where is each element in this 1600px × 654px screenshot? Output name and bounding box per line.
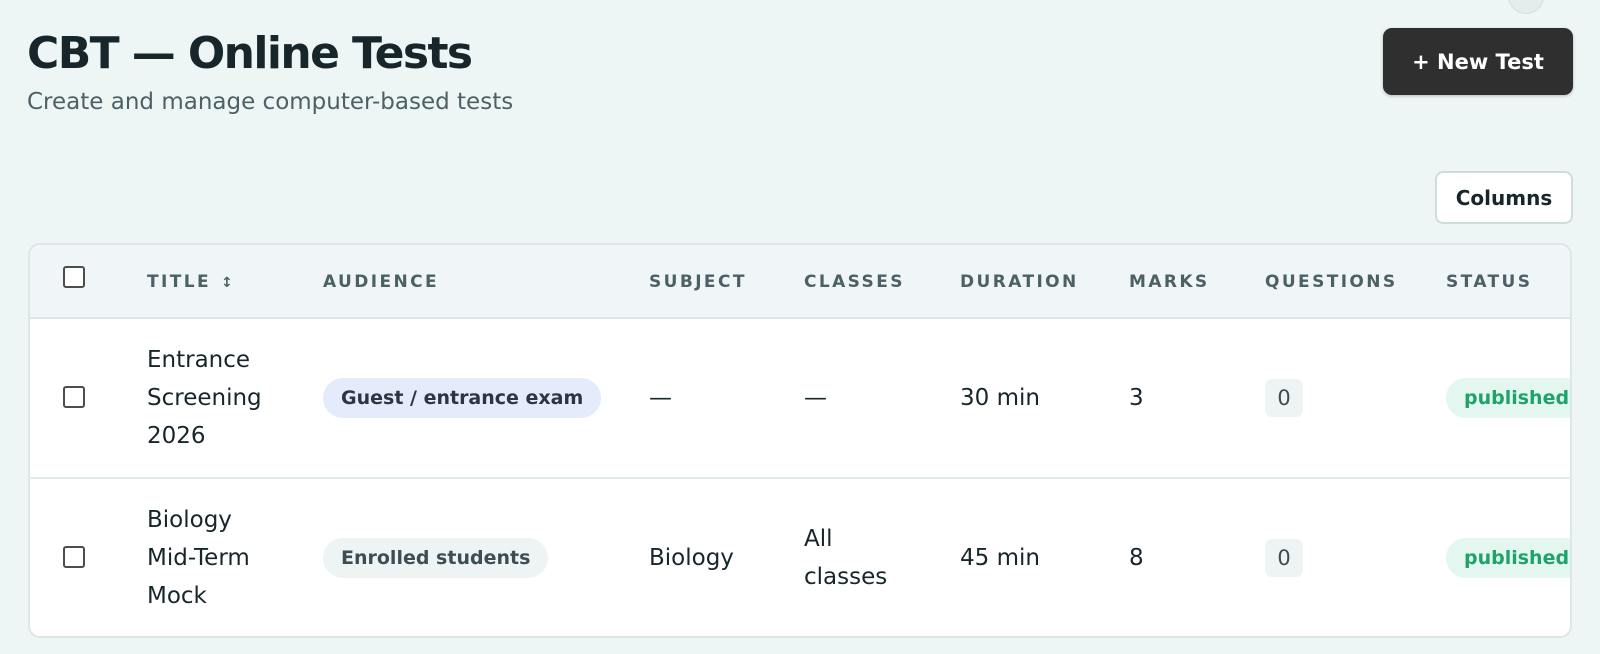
columns-button[interactable]: Columns bbox=[1435, 171, 1573, 224]
test-title[interactable]: Entrance Screening 2026 bbox=[147, 341, 292, 455]
subject-cell: Biology bbox=[649, 545, 734, 571]
column-header-questions: QUESTIONS bbox=[1265, 272, 1398, 292]
marks-cell: 8 bbox=[1129, 545, 1144, 571]
page-subtitle: Create and manage computer-based tests bbox=[27, 89, 514, 115]
questions-count-badge: 0 bbox=[1265, 379, 1303, 417]
status-badge: published bbox=[1446, 538, 1570, 578]
classes-cell: All classes bbox=[804, 526, 888, 590]
row-checkbox[interactable] bbox=[63, 546, 85, 568]
duration-cell: 30 min bbox=[960, 385, 1040, 411]
table-row[interactable]: Entrance Screening 2026 Guest / entrance… bbox=[30, 319, 1570, 479]
questions-count-badge: 0 bbox=[1265, 539, 1303, 577]
audience-badge: Enrolled students bbox=[323, 538, 549, 578]
column-header-status: STATUS bbox=[1446, 272, 1533, 292]
table-row[interactable]: Biology Mid-Term Mock Enrolled students … bbox=[30, 481, 1570, 636]
column-header-marks: MARKS bbox=[1129, 272, 1210, 292]
table-header: TITLE ↕ AUDIENCE SUBJECT CLASSES DURATION… bbox=[30, 245, 1570, 319]
marks-cell: 3 bbox=[1129, 385, 1144, 411]
column-header-title[interactable]: TITLE ↕ bbox=[147, 272, 233, 292]
column-header-classes: CLASSES bbox=[804, 272, 905, 292]
status-badge: published bbox=[1446, 378, 1570, 418]
avatar[interactable] bbox=[1508, 0, 1544, 14]
classes-cell: — bbox=[804, 385, 827, 411]
audience-badge: Guest / entrance exam bbox=[323, 378, 602, 418]
duration-cell: 45 min bbox=[960, 545, 1040, 571]
test-title[interactable]: Biology Mid-Term Mock bbox=[147, 501, 292, 615]
column-header-duration: DURATION bbox=[960, 272, 1079, 292]
row-checkbox[interactable] bbox=[63, 386, 85, 408]
page-title: CBT — Online Tests bbox=[27, 28, 473, 79]
subject-cell: — bbox=[649, 385, 672, 411]
new-test-button[interactable]: + New Test bbox=[1383, 28, 1573, 95]
column-header-subject: SUBJECT bbox=[649, 272, 747, 292]
tests-table: TITLE ↕ AUDIENCE SUBJECT CLASSES DURATION… bbox=[28, 243, 1572, 638]
sort-icon[interactable]: ↕ bbox=[221, 275, 233, 291]
select-all-checkbox[interactable] bbox=[63, 266, 85, 288]
column-header-audience: AUDIENCE bbox=[323, 272, 440, 292]
